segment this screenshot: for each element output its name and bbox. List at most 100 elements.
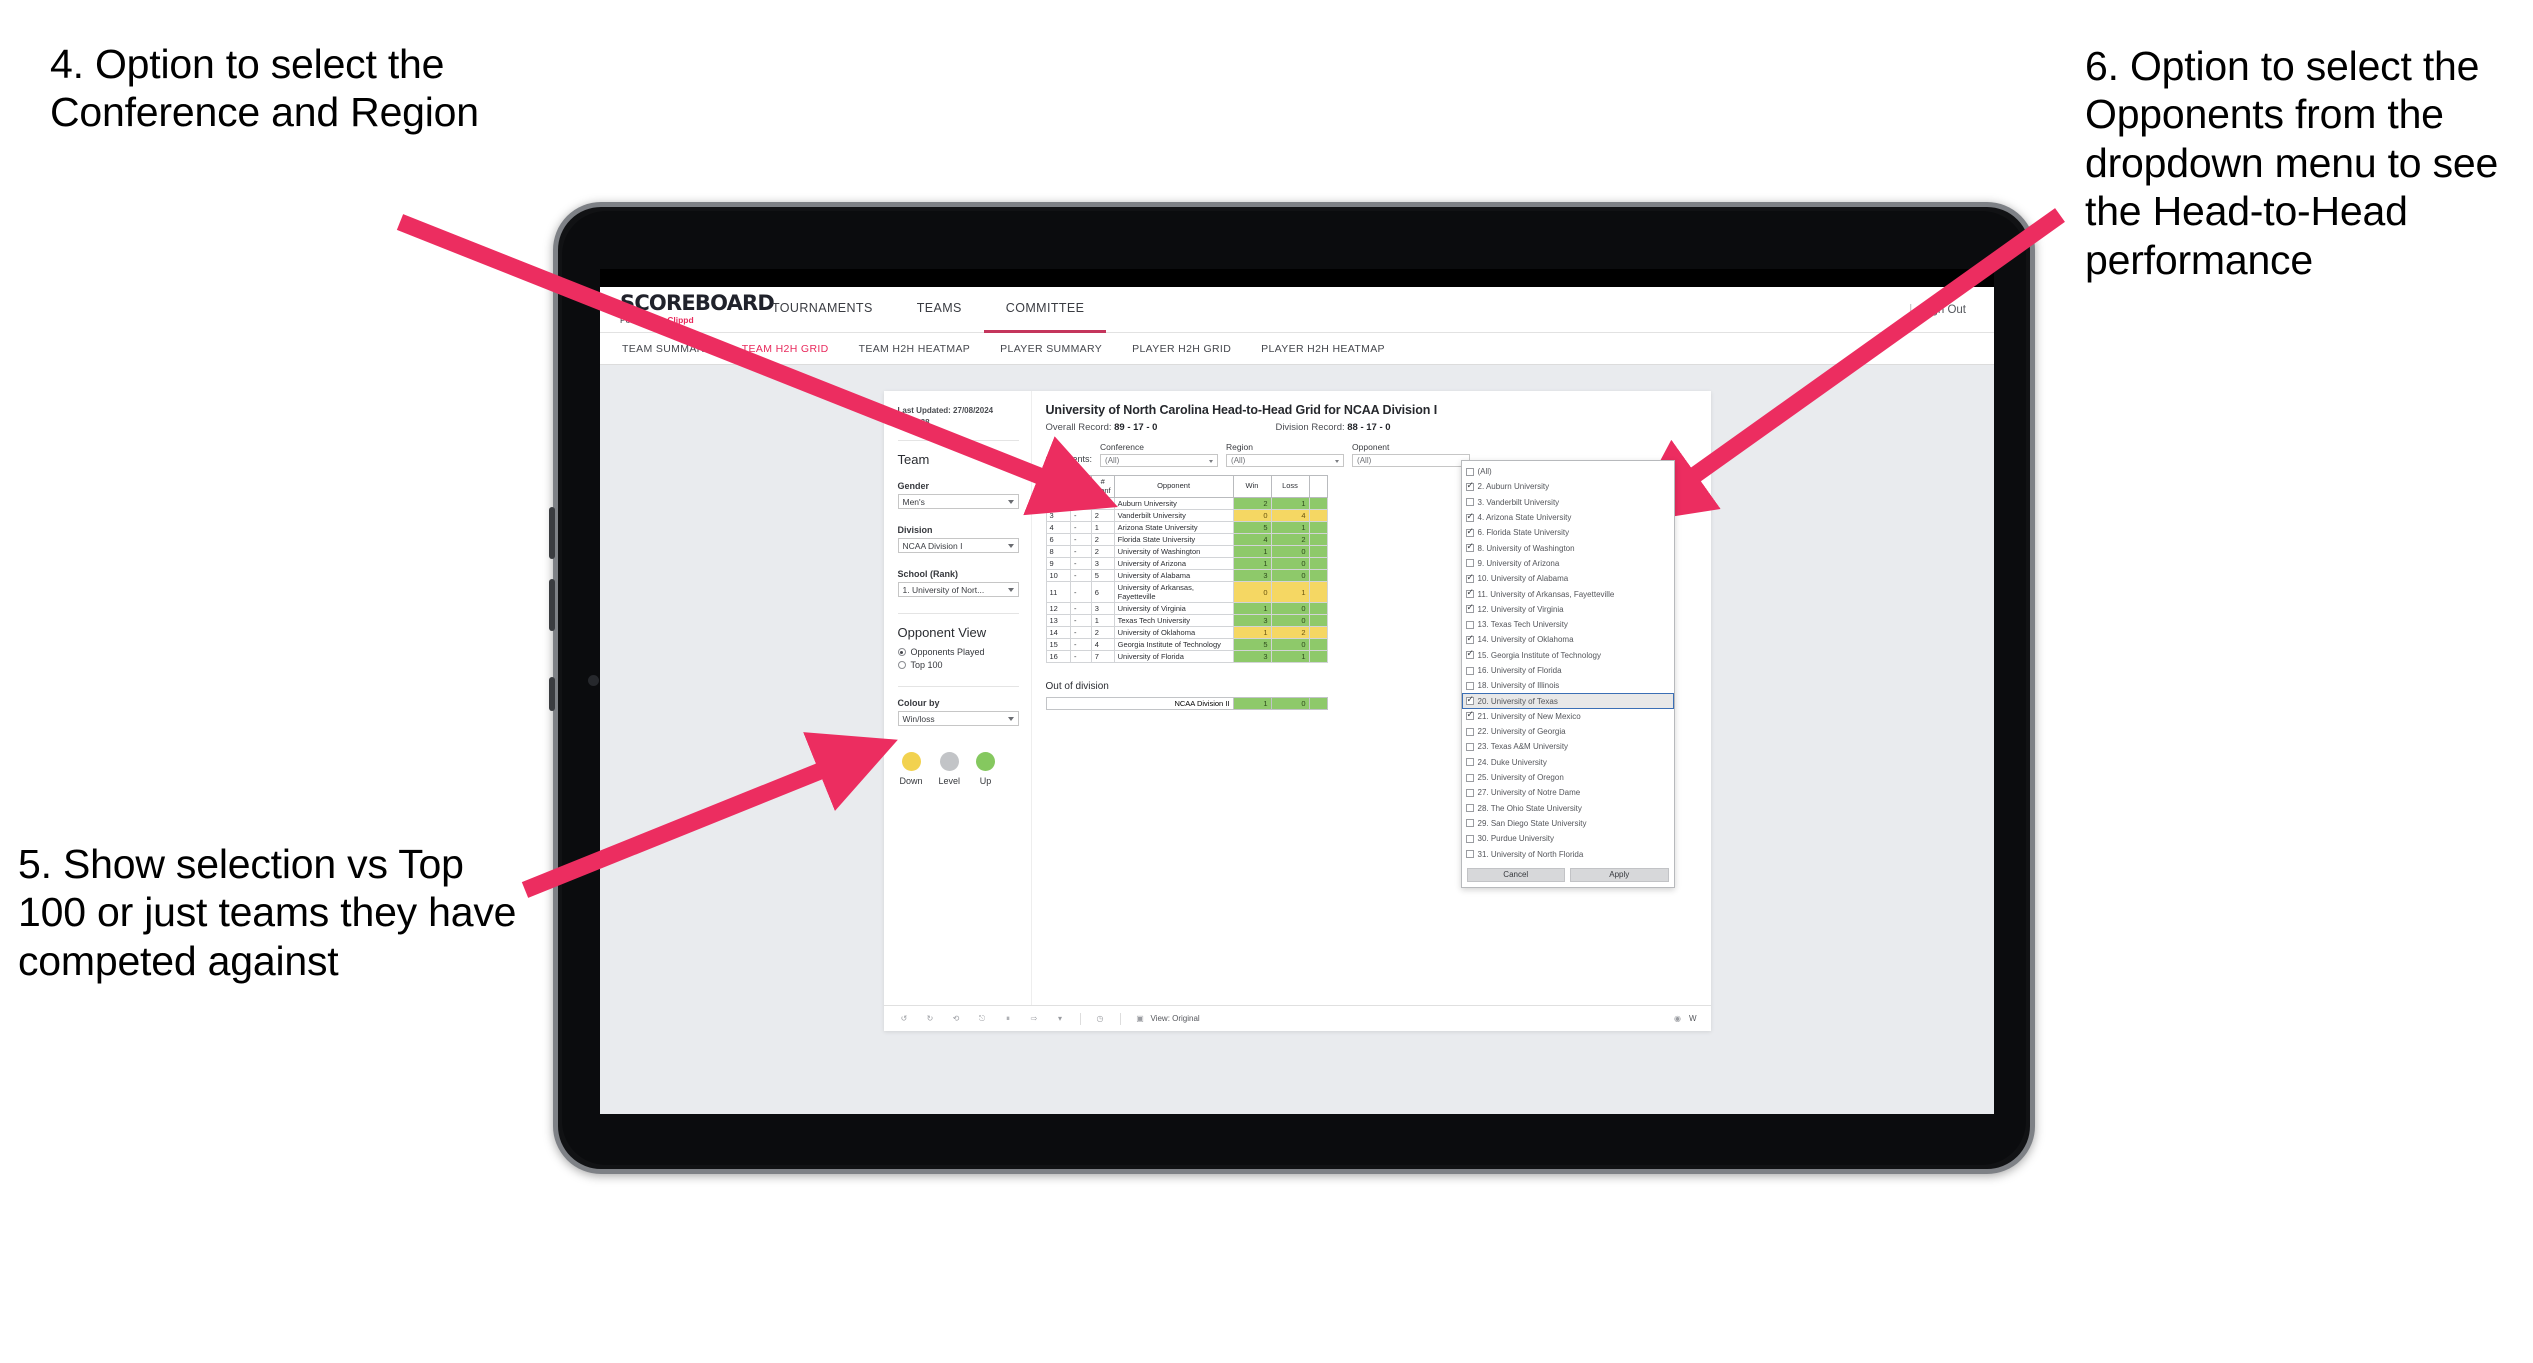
checkbox-checked-icon[interactable] — [1465, 649, 1474, 660]
table-row[interactable]: 4-1 Arizona State University 5 1 — [1045, 521, 1328, 535]
redo-icon[interactable]: ↻ — [924, 1012, 937, 1025]
checkbox-unchecked-icon[interactable] — [1465, 804, 1474, 813]
opponent-option[interactable]: 20. University of Texas — [1461, 693, 1674, 709]
tab-team-summary[interactable]: TEAM SUMMARY — [622, 343, 712, 355]
volume-down-button[interactable] — [549, 579, 555, 631]
table-row[interactable]: 2-1 Auburn University 2 1 — [1045, 497, 1328, 511]
checkbox-checked-icon[interactable] — [1465, 573, 1474, 583]
opponent-option[interactable]: 28. The Ohio State University — [1462, 801, 1674, 816]
tab-player-h2h-heatmap[interactable]: PLAYER H2H HEATMAP — [1261, 343, 1385, 355]
checkbox-checked-icon[interactable] — [1465, 695, 1474, 706]
table-row[interactable]: 15-4 Georgia Institute of Technology 5 0 — [1045, 638, 1328, 652]
share-icon[interactable]: ⇨ — [1028, 1012, 1041, 1025]
nav-item-tournaments[interactable]: TOURNAMENTS — [750, 287, 895, 333]
tab-team-h2h-grid[interactable]: TEAM H2H GRID — [742, 343, 829, 355]
nav-item-teams[interactable]: TEAMS — [895, 287, 984, 333]
checkbox-checked-icon[interactable] — [1465, 481, 1474, 491]
table-row[interactable]: 9-3 University of Arizona 1 0 — [1045, 557, 1328, 571]
gender-select[interactable]: Men's — [897, 494, 1019, 510]
checkbox-unchecked-icon[interactable] — [1465, 850, 1474, 859]
opponent-option[interactable]: 13. Texas Tech University — [1462, 617, 1674, 632]
opponent-option[interactable]: 10. University of Alabama — [1462, 571, 1674, 586]
division-select[interactable]: NCAA Division I — [897, 538, 1019, 554]
checkbox-checked-icon[interactable] — [1465, 512, 1474, 522]
tab-team-h2h-heatmap[interactable]: TEAM H2H HEATMAP — [859, 343, 971, 355]
opponent-option[interactable]: 2. Auburn University — [1462, 479, 1674, 494]
opponent-dropdown-panel[interactable]: (All) 2. Auburn University 3. Vanderbilt U… — [1460, 460, 1675, 888]
opponent-filter-select[interactable]: (All) — [1352, 454, 1471, 467]
checkbox-unchecked-icon[interactable] — [1465, 620, 1474, 629]
table-row[interactable]: 13-1 Texas Tech University 3 0 — [1045, 614, 1328, 628]
opponent-option[interactable]: (All) — [1462, 464, 1674, 479]
opponent-option[interactable]: 6. Florida State University — [1462, 525, 1674, 540]
opponent-option[interactable]: 31. University of North Florida — [1462, 846, 1674, 861]
opponent-option[interactable]: 15. Georgia Institute of Technology — [1462, 648, 1674, 663]
opponent-option[interactable]: 11. University of Arkansas, Fayetteville — [1462, 586, 1674, 601]
opponent-option[interactable]: 18. University of Illinois — [1462, 678, 1674, 693]
table-row[interactable]: 10-5 University of Alabama 3 0 — [1045, 569, 1328, 583]
checkbox-unchecked-icon[interactable] — [1465, 498, 1474, 507]
opponent-option[interactable]: 9. University of Arizona — [1462, 556, 1674, 571]
opponent-option[interactable]: 14. University of Oklahoma — [1462, 632, 1674, 647]
radio-opponents-played[interactable]: Opponents Played — [897, 647, 1019, 657]
revert-icon[interactable]: ⟲ — [950, 1012, 963, 1025]
table-row[interactable]: 8-2 University of Washington 1 0 — [1045, 545, 1328, 559]
nav-item-committee[interactable]: COMMITTEE — [983, 287, 1107, 333]
opponent-option[interactable]: 3. Vanderbilt University — [1462, 495, 1674, 510]
watch-button[interactable]: ◉ W — [1671, 1012, 1697, 1025]
checkbox-checked-icon[interactable] — [1465, 710, 1474, 721]
checkbox-unchecked-icon[interactable] — [1465, 559, 1474, 568]
radio-top-100[interactable]: Top 100 — [897, 660, 1019, 670]
conference-filter-select[interactable]: (All) — [1100, 454, 1219, 467]
checkbox-unchecked-icon[interactable] — [1465, 788, 1474, 797]
alerts-icon[interactable]: ◷ — [1094, 1012, 1107, 1025]
checkbox-unchecked-icon[interactable] — [1465, 819, 1474, 828]
volume-up-button[interactable] — [549, 507, 555, 559]
region-filter-select[interactable]: (All) — [1226, 454, 1345, 467]
opponent-option[interactable]: 30. Purdue University — [1462, 831, 1674, 846]
table-row[interactable]: 11-6 University of Arkansas, Fayetteville… — [1045, 581, 1328, 604]
checkbox-unchecked-icon[interactable] — [1465, 727, 1474, 736]
opponent-option[interactable]: 8. University of Washington — [1462, 540, 1674, 555]
checkbox-checked-icon[interactable] — [1465, 634, 1474, 644]
opponent-option[interactable]: 12. University of Virginia — [1462, 602, 1674, 617]
table-row[interactable]: 16-7 University of Florida 3 1 — [1045, 650, 1328, 664]
table-row[interactable]: 12-3 University of Virginia 1 0 — [1045, 602, 1328, 616]
pause-icon[interactable]: ⏸ — [1002, 1012, 1015, 1025]
apply-button[interactable]: Apply — [1570, 867, 1669, 882]
checkbox-checked-icon[interactable] — [1465, 603, 1474, 614]
checkbox-unchecked-icon[interactable] — [1465, 834, 1474, 843]
signout-link[interactable]: Sign Out — [1921, 304, 1966, 316]
table-row[interactable]: 14-2 University of Oklahoma 1 2 — [1045, 626, 1328, 640]
opponent-option[interactable]: 29. San Diego State University — [1462, 816, 1674, 831]
checkbox-checked-icon[interactable] — [1465, 527, 1474, 537]
checkbox-unchecked-icon[interactable] — [1465, 758, 1474, 767]
power-button[interactable] — [549, 677, 555, 711]
checkbox-checked-icon[interactable] — [1465, 542, 1474, 553]
tab-player-h2h-grid[interactable]: PLAYER H2H GRID — [1132, 343, 1231, 355]
view-original-button[interactable]: ▣ View: Original — [1134, 1012, 1200, 1025]
opponent-option[interactable]: 24. Duke University — [1462, 755, 1674, 770]
opponent-option[interactable]: 21. University of New Mexico — [1462, 709, 1674, 724]
refresh-icon[interactable]: ⎋ — [976, 1012, 989, 1025]
table-row[interactable]: 3-2 Vanderbilt University 0 4 — [1045, 509, 1328, 523]
opponent-option[interactable]: 25. University of Oregon — [1462, 770, 1674, 785]
chevron-down-icon[interactable]: ▾ — [1054, 1012, 1067, 1025]
undo-icon[interactable]: ↺ — [898, 1012, 911, 1025]
checkbox-unchecked-icon[interactable] — [1465, 666, 1474, 675]
opponent-option[interactable]: 16. University of Florida — [1462, 663, 1674, 678]
table-row[interactable]: 6-2 Florida State University 4 2 — [1045, 533, 1328, 547]
checkbox-unchecked-icon[interactable] — [1465, 773, 1474, 782]
opponent-option[interactable]: 22. University of Georgia — [1462, 724, 1674, 739]
site-logo[interactable]: SCOREBOARD Powered by Clippd — [600, 287, 775, 332]
opponent-option[interactable]: 23. Texas A&M University — [1462, 739, 1674, 754]
checkbox-unchecked-icon[interactable] — [1465, 681, 1474, 690]
checkbox-checked-icon[interactable] — [1465, 588, 1474, 599]
school-rank-select[interactable]: 1. University of Nort... — [897, 582, 1019, 598]
checkbox-unchecked-icon[interactable] — [1465, 742, 1474, 751]
opponent-option[interactable]: 4. Arizona State University — [1462, 510, 1674, 525]
opponent-option[interactable]: 27. University of Notre Dame — [1462, 785, 1674, 800]
checkbox-unchecked-icon[interactable] — [1465, 467, 1474, 476]
cancel-button[interactable]: Cancel — [1466, 867, 1565, 882]
tab-player-summary[interactable]: PLAYER SUMMARY — [1000, 343, 1102, 355]
